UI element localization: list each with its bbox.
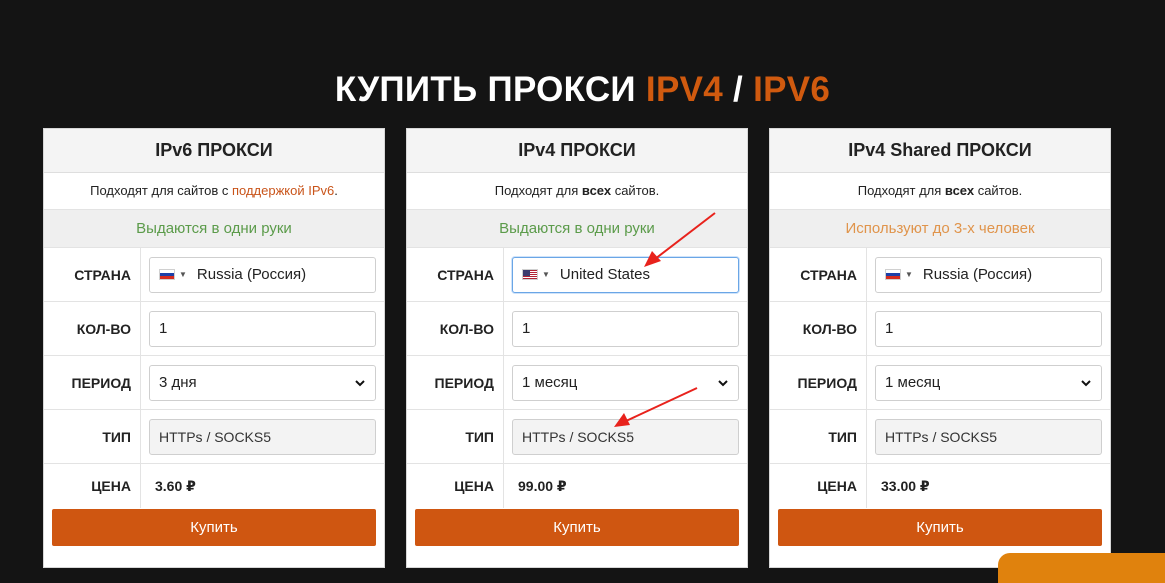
ru-flag-icon [159, 269, 175, 280]
type-field: HTTPs / SOCKS5 [512, 418, 739, 455]
type-value: HTTPs / SOCKS5 [885, 428, 998, 445]
type-row: ТИП HTTPs / SOCKS5 [770, 410, 1110, 464]
card-description: Подходят для всех сайтов. [770, 173, 1110, 210]
ru-flag-icon [885, 269, 901, 280]
period-value: 3 дня [159, 374, 197, 391]
country-row: СТРАНА ▼ Russia (Россия) [44, 248, 384, 302]
buy-button[interactable]: Купить [415, 509, 739, 546]
page-title-sep: / [723, 70, 754, 110]
chevron-down-icon [718, 379, 728, 386]
status-note: Выдаются в одни руки [407, 210, 747, 248]
type-row: ТИП HTTPs / SOCKS5 [44, 410, 384, 464]
period-row: ПЕРИОД 1 месяц [407, 356, 747, 410]
desc-suffix: . [334, 183, 338, 198]
price-value: 3.60 ₽ [155, 477, 196, 494]
desc-suffix: сайтов. [611, 183, 660, 198]
price-row: ЦЕНА 3.60 ₽ [44, 464, 384, 508]
card-title: IPv4 Shared ПРОКСИ [770, 129, 1110, 173]
type-label: ТИП [44, 410, 141, 463]
price-value: 99.00 ₽ [518, 477, 567, 494]
country-select[interactable]: ▼ Russia (Россия) [149, 256, 376, 293]
ipv4-proxy-card: IPv4 ПРОКСИ Подходят для всех сайтов. Вы… [406, 128, 748, 568]
desc-prefix: Подходят для сайтов с [90, 183, 232, 198]
price-label: ЦЕНА [407, 464, 504, 508]
desc-suffix: сайтов. [974, 183, 1023, 198]
desc-bold: всех [581, 183, 612, 198]
qty-value: 1 [522, 320, 531, 337]
ipv6-proxy-card: IPv6 ПРОКСИ Подходят для сайтов с поддер… [43, 128, 385, 568]
period-select[interactable]: 1 месяц [512, 364, 739, 401]
card-title: IPv6 ПРОКСИ [44, 129, 384, 173]
period-select[interactable]: 1 месяц [875, 364, 1102, 401]
type-label: ТИП [407, 410, 504, 463]
type-field: HTTPs / SOCKS5 [149, 418, 376, 455]
chevron-down-icon [355, 379, 365, 386]
chat-widget-tab[interactable] [998, 553, 1165, 583]
country-row: СТРАНА ▼ Russia (Россия) [770, 248, 1110, 302]
desc-prefix: Подходят для [494, 183, 582, 198]
country-select[interactable]: ▼ Russia (Россия) [875, 256, 1102, 293]
country-label: СТРАНА [44, 248, 141, 301]
price-value: 33.00 ₽ [881, 477, 930, 494]
country-row: СТРАНА ▼ United States [407, 248, 747, 302]
period-value: 1 месяц [522, 374, 578, 391]
qty-input[interactable]: 1 [149, 310, 376, 347]
period-label: ПЕРИОД [770, 356, 867, 409]
type-field: HTTPs / SOCKS5 [875, 418, 1102, 455]
price-label: ЦЕНА [44, 464, 141, 508]
status-note: Выдаются в одни руки [44, 210, 384, 248]
buy-button[interactable]: Купить [52, 509, 376, 546]
period-label: ПЕРИОД [44, 356, 141, 409]
type-value: HTTPs / SOCKS5 [522, 428, 635, 445]
caret-down-icon: ▼ [542, 270, 550, 279]
price-row: ЦЕНА 99.00 ₽ [407, 464, 747, 508]
qty-row: КОЛ-ВО 1 [407, 302, 747, 356]
qty-row: КОЛ-ВО 1 [770, 302, 1110, 356]
period-select[interactable]: 3 дня [149, 364, 376, 401]
country-value: Russia (Россия) [196, 266, 307, 283]
page-title-main: КУПИТЬ ПРОКСИ [334, 70, 646, 110]
qty-input[interactable]: 1 [875, 310, 1102, 347]
card-title: IPv4 ПРОКСИ [407, 129, 747, 173]
type-row: ТИП HTTPs / SOCKS5 [407, 410, 747, 464]
desc-prefix: Подходят для [857, 183, 945, 198]
buy-button[interactable]: Купить [778, 509, 1102, 546]
page-title-ipv6: IPV6 [753, 70, 831, 110]
price-row: ЦЕНА 33.00 ₽ [770, 464, 1110, 508]
price-label: ЦЕНА [770, 464, 867, 508]
country-label: СТРАНА [770, 248, 867, 301]
period-label: ПЕРИОД [407, 356, 504, 409]
page-title-ipv4: IPV4 [645, 70, 724, 110]
type-value: HTTPs / SOCKS5 [159, 428, 272, 445]
country-select[interactable]: ▼ United States [512, 256, 739, 293]
type-label: ТИП [770, 410, 867, 463]
country-value: Russia (Россия) [922, 266, 1033, 283]
qty-input[interactable]: 1 [512, 310, 739, 347]
ipv4-shared-proxy-card: IPv4 Shared ПРОКСИ Подходят для всех сай… [769, 128, 1111, 568]
qty-value: 1 [885, 320, 894, 337]
qty-row: КОЛ-ВО 1 [44, 302, 384, 356]
qty-label: КОЛ-ВО [44, 302, 141, 355]
country-value: United States [559, 266, 650, 283]
card-description: Подходят для всех сайтов. [407, 173, 747, 210]
qty-label: КОЛ-ВО [407, 302, 504, 355]
qty-value: 1 [159, 320, 168, 337]
caret-down-icon: ▼ [179, 270, 187, 279]
card-description: Подходят для сайтов с поддержкой IPv6. [44, 173, 384, 210]
status-note: Используют до 3-х человек [770, 210, 1110, 248]
period-row: ПЕРИОД 1 месяц [770, 356, 1110, 410]
page-title: КУПИТЬ ПРОКСИ IPV4 / IPV6 [0, 70, 1165, 110]
ipv6-support-link[interactable]: поддержкой IPv6 [232, 183, 334, 198]
desc-bold: всех [944, 183, 975, 198]
qty-label: КОЛ-ВО [770, 302, 867, 355]
period-value: 1 месяц [885, 374, 941, 391]
chevron-down-icon [1081, 379, 1091, 386]
us-flag-icon [522, 269, 538, 280]
period-row: ПЕРИОД 3 дня [44, 356, 384, 410]
caret-down-icon: ▼ [905, 270, 913, 279]
country-label: СТРАНА [407, 248, 504, 301]
